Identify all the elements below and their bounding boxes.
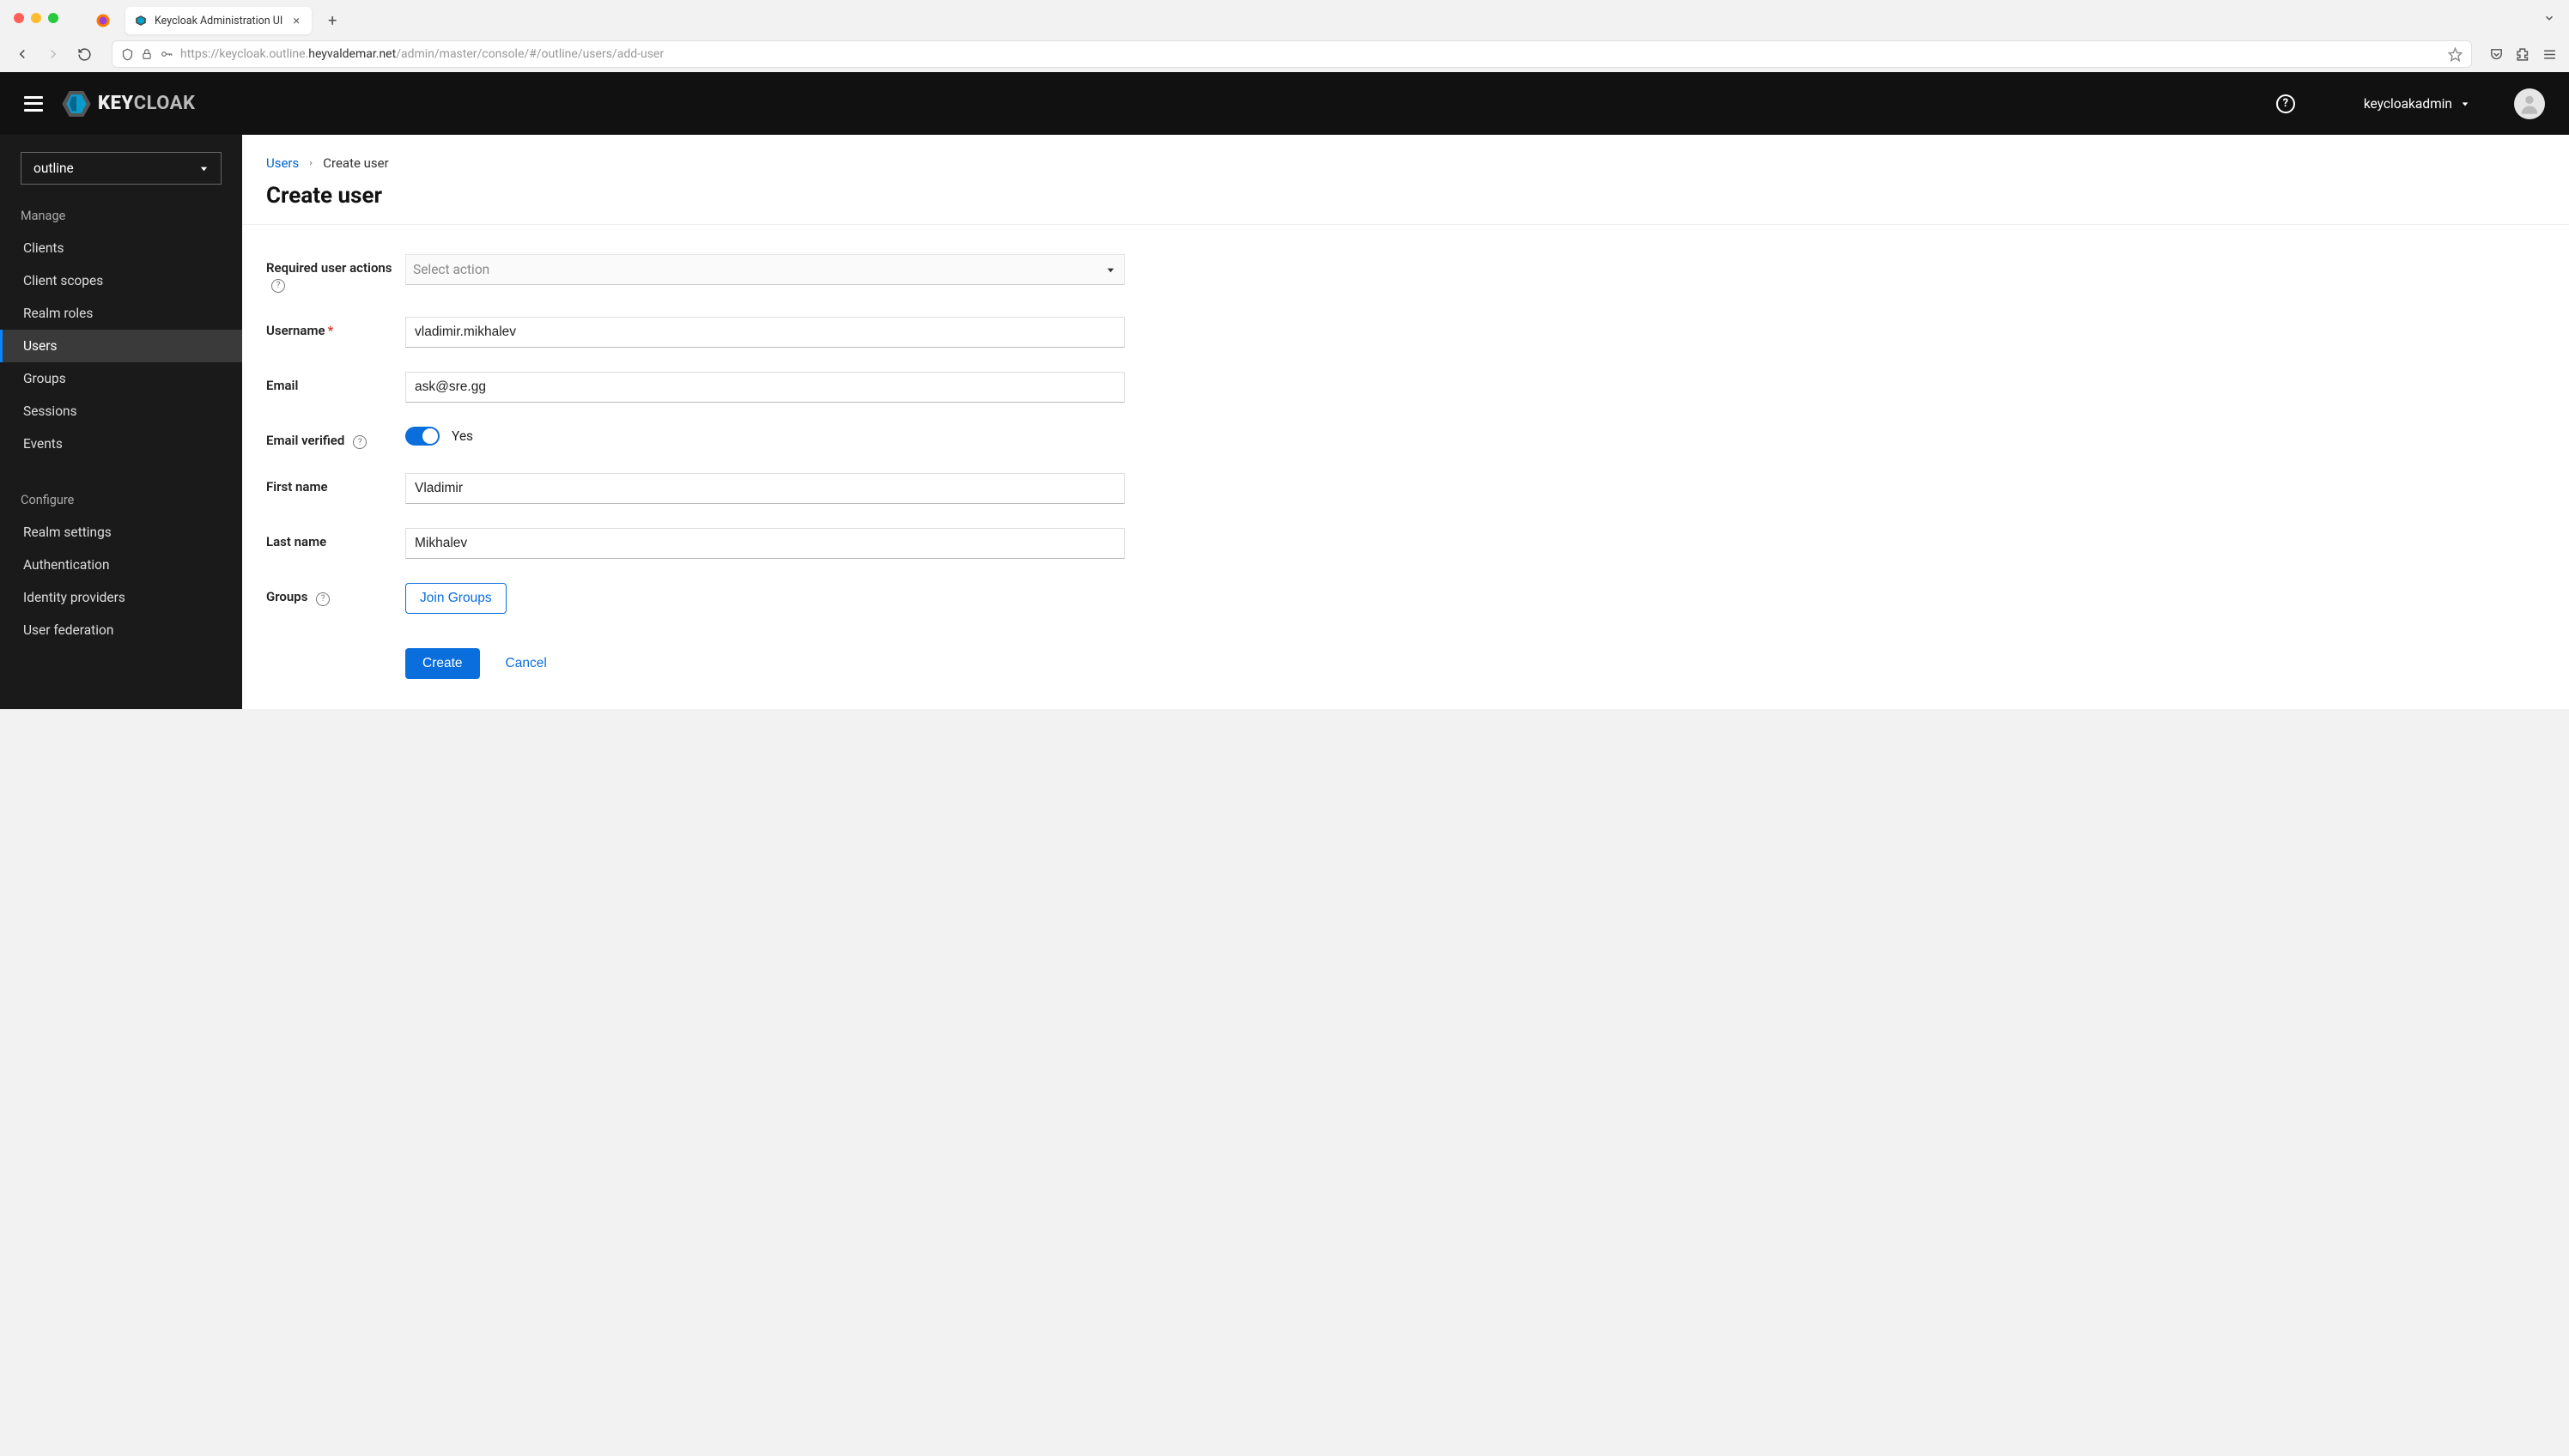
- keycloak-favicon-icon: [134, 14, 148, 27]
- nav-label: Realm settings: [23, 525, 112, 540]
- realm-name: outline: [33, 161, 74, 176]
- nav-users[interactable]: Users: [0, 330, 242, 362]
- window-maximize-button[interactable]: [48, 13, 58, 23]
- section-title-configure: Configure: [0, 481, 242, 516]
- nav-clients[interactable]: Clients: [0, 232, 242, 264]
- nav-label: User federation: [23, 622, 113, 638]
- join-groups-button[interactable]: Join Groups: [405, 583, 507, 614]
- tab-close-icon[interactable]: ×: [289, 13, 303, 28]
- nav-sessions[interactable]: Sessions: [0, 395, 242, 428]
- nav-label: Groups: [23, 371, 66, 386]
- app-menu-icon[interactable]: [2542, 47, 2557, 62]
- window-close-button[interactable]: [14, 13, 24, 23]
- reload-button[interactable]: [74, 44, 94, 64]
- url-text: https://keycloak.outline.heyvaldemar.net…: [180, 47, 2441, 61]
- sidebar: outline Manage Clients Client scopes Rea…: [0, 135, 242, 709]
- help-icon[interactable]: ?: [316, 592, 330, 606]
- back-button[interactable]: [12, 44, 33, 64]
- label-required-actions: Required user actions ?: [266, 254, 405, 293]
- divider: [242, 224, 2569, 225]
- bookmark-star-icon[interactable]: [2448, 47, 2463, 62]
- username-input[interactable]: [405, 317, 1125, 348]
- help-icon[interactable]: ?: [2276, 94, 2295, 113]
- caret-down-icon: [199, 164, 209, 173]
- create-button[interactable]: Create: [405, 648, 480, 679]
- url-bar[interactable]: https://keycloak.outline.heyvaldemar.net…: [112, 40, 2472, 68]
- forward-button[interactable]: [43, 44, 64, 64]
- email-input[interactable]: [405, 372, 1125, 403]
- window-titlebar: Keycloak Administration UI × +: [0, 0, 2569, 36]
- select-placeholder: Select action: [413, 262, 489, 277]
- section-title-manage: Manage: [0, 197, 242, 232]
- user-menu[interactable]: keycloakadmin: [2364, 96, 2469, 112]
- last-name-input[interactable]: [405, 528, 1125, 559]
- chevron-right-icon: [307, 159, 314, 167]
- nav-client-scopes[interactable]: Client scopes: [0, 264, 242, 297]
- cancel-button[interactable]: Cancel: [495, 648, 557, 679]
- realm-selector[interactable]: outline: [21, 152, 222, 185]
- help-icon[interactable]: ?: [353, 435, 367, 449]
- first-name-input[interactable]: [405, 473, 1125, 504]
- nav-user-federation[interactable]: User federation: [0, 614, 242, 646]
- main-content: Users Create user Create user Required u…: [242, 135, 2569, 709]
- label-username: Username*: [266, 317, 405, 338]
- email-verified-toggle[interactable]: [405, 427, 440, 446]
- label-groups: Groups ?: [266, 583, 405, 606]
- username-label: keycloakadmin: [2364, 96, 2452, 112]
- breadcrumb: Users Create user: [266, 155, 2545, 171]
- caret-down-icon: [2461, 100, 2469, 108]
- firefox-icon: [94, 12, 112, 29]
- tab-title: Keycloak Administration UI: [155, 15, 282, 27]
- create-user-form: Required user actions ? Select action: [266, 254, 1125, 679]
- browser-tab[interactable]: Keycloak Administration UI ×: [125, 7, 312, 34]
- nav-identity-providers[interactable]: Identity providers: [0, 581, 242, 614]
- app-header: KEYCLOAK ? keycloakadmin: [0, 72, 2569, 135]
- nav-label: Authentication: [23, 557, 110, 573]
- caret-down-icon: [1106, 265, 1115, 275]
- breadcrumb-users-link[interactable]: Users: [266, 155, 299, 171]
- new-tab-button[interactable]: +: [319, 12, 346, 30]
- required-actions-select[interactable]: Select action: [405, 254, 1125, 285]
- page-title: Create user: [266, 183, 2545, 209]
- nav-label: Events: [23, 436, 63, 452]
- key-icon: [160, 48, 173, 60]
- nav-label: Client scopes: [23, 273, 103, 288]
- nav-label: Sessions: [23, 403, 77, 419]
- nav-label: Clients: [23, 240, 64, 256]
- toggle-value-label: Yes: [452, 428, 473, 444]
- nav-label: Identity providers: [23, 590, 125, 605]
- nav-authentication[interactable]: Authentication: [0, 549, 242, 581]
- nav-events[interactable]: Events: [0, 428, 242, 460]
- browser-toolbar: https://keycloak.outline.heyvaldemar.net…: [0, 36, 2569, 72]
- nav-realm-settings[interactable]: Realm settings: [0, 516, 242, 549]
- label-first-name: First name: [266, 473, 405, 494]
- tabs-dropdown-icon[interactable]: [2543, 12, 2555, 24]
- nav-groups[interactable]: Groups: [0, 362, 242, 395]
- shield-icon: [121, 48, 134, 61]
- avatar[interactable]: [2514, 88, 2545, 119]
- lock-icon: [141, 48, 153, 60]
- label-last-name: Last name: [266, 528, 405, 549]
- nav-label: Realm roles: [23, 306, 93, 321]
- label-email: Email: [266, 372, 405, 393]
- help-icon[interactable]: ?: [271, 279, 285, 293]
- hamburger-menu-button[interactable]: [24, 96, 43, 112]
- brand-text: KEYCLOAK: [98, 93, 196, 114]
- keycloak-logo-icon: [62, 91, 91, 117]
- nav-realm-roles[interactable]: Realm roles: [0, 297, 242, 330]
- window-minimize-button[interactable]: [31, 13, 41, 23]
- pocket-icon[interactable]: [2489, 47, 2504, 62]
- nav-label: Users: [23, 338, 58, 354]
- extensions-icon[interactable]: [2516, 47, 2530, 62]
- breadcrumb-current: Create user: [323, 155, 388, 171]
- brand-logo[interactable]: KEYCLOAK: [62, 91, 196, 117]
- label-email-verified: Email verified ?: [266, 427, 405, 450]
